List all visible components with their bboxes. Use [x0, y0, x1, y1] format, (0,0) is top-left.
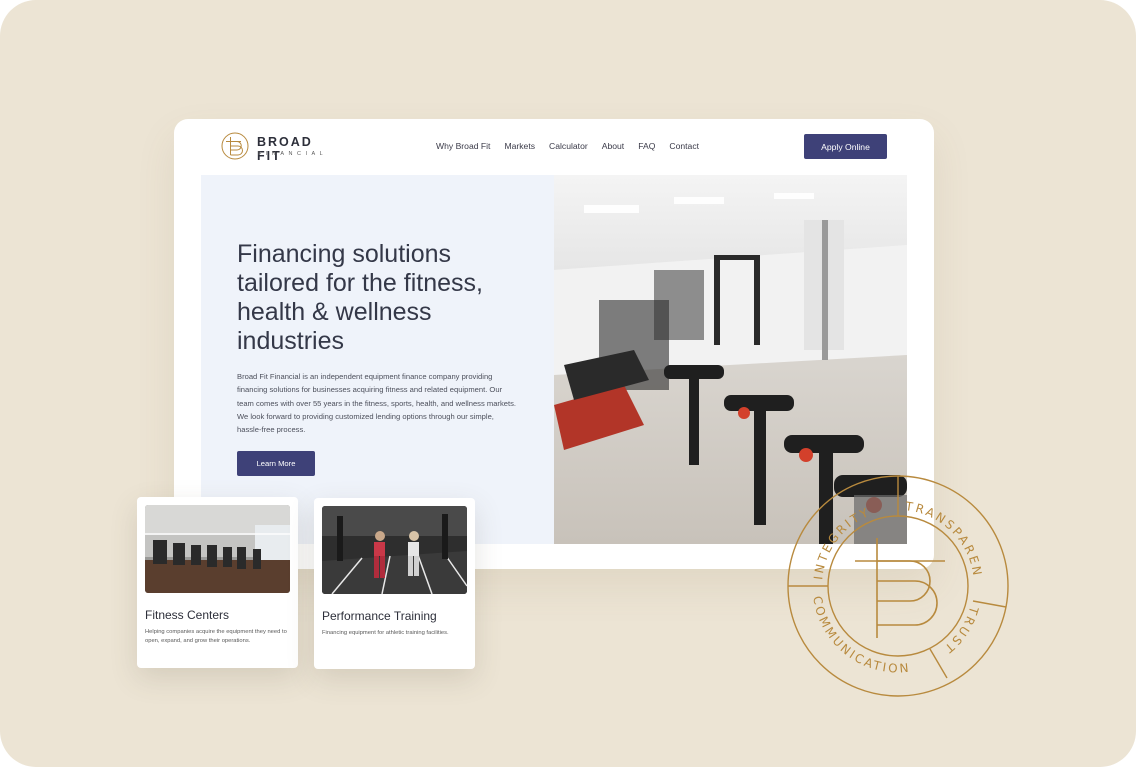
main-nav: Why Broad Fit Markets Calculator About F… [436, 141, 699, 151]
card-fitness-centers[interactable]: Fitness Centers Helping companies acquir… [137, 497, 298, 668]
brand-subtitle: FINANCIAL [258, 151, 328, 157]
performance-training-illustration [322, 506, 467, 594]
card-description: Financing equipment for athletic trainin… [322, 630, 449, 636]
hero-description: Broad Fit Financial is an independent eq… [237, 372, 516, 435]
seal-word-communication: COMMUNICATION [810, 595, 911, 676]
seal-word-integrity: INTEGRITY [811, 505, 872, 581]
nav-faq[interactable]: FAQ [638, 141, 655, 151]
nav-contact[interactable]: Contact [669, 141, 699, 151]
values-seal-emblem: INTEGRITY TRANSPARENCY TRUST COMMUNICATI… [785, 473, 1009, 697]
card-performance-training[interactable]: Performance Training Financing equipment… [314, 498, 475, 669]
nav-about[interactable]: About [602, 141, 624, 151]
brand-logo[interactable]: BROAD FIT FINANCIAL [221, 132, 341, 163]
card-title: Performance Training [322, 609, 437, 623]
nav-why-broad-fit[interactable]: Why Broad Fit [436, 141, 490, 151]
logo-monogram-icon [221, 132, 249, 160]
nav-markets[interactable]: Markets [504, 141, 535, 151]
apply-online-button[interactable]: Apply Online [804, 134, 887, 159]
seal-word-trust: TRUST [940, 604, 981, 657]
page-background: BROAD FIT FINANCIAL Why Broad Fit Market… [0, 0, 1136, 767]
brand-name: BROAD FIT [257, 135, 313, 163]
card-title: Fitness Centers [145, 608, 230, 622]
performance-training-image [322, 506, 467, 594]
card-description: Helping companies acquire the equipment … [145, 629, 287, 644]
fitness-center-image [145, 505, 290, 593]
hero-title: Financing solutions tailored for the fit… [237, 240, 483, 355]
fitness-center-illustration [145, 505, 290, 593]
nav-calculator[interactable]: Calculator [549, 141, 588, 151]
hero-text-panel: Financing solutions tailored for the fit… [201, 175, 554, 544]
learn-more-button[interactable]: Learn More [237, 451, 315, 476]
